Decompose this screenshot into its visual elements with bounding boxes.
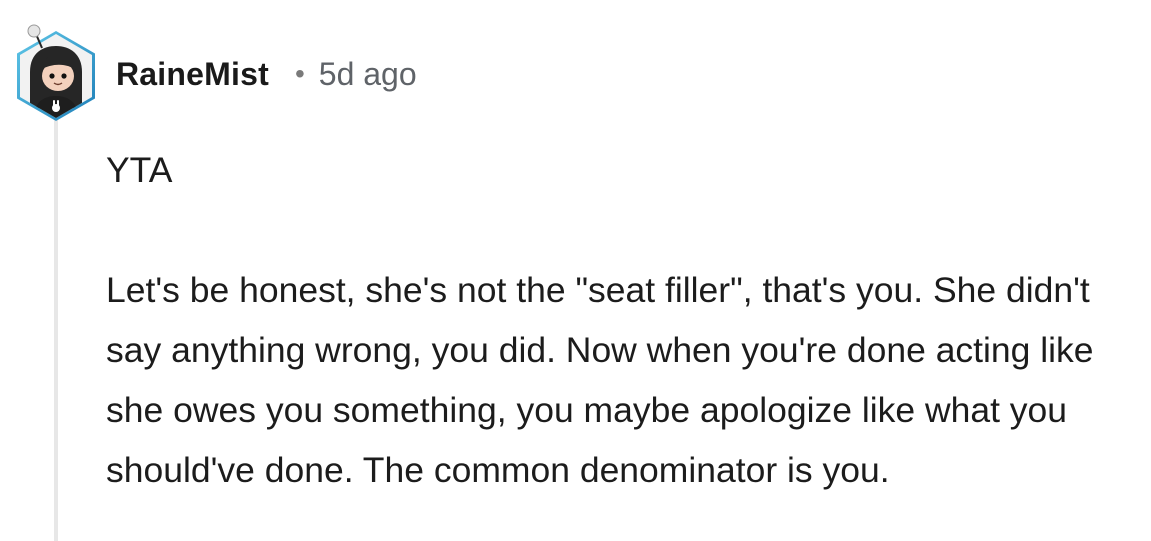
thread-line[interactable] [54,118,58,541]
timestamp[interactable]: 5d ago [319,56,417,93]
comment-card: RaineMist • 5d ago YTA Let's be honest, … [0,0,1151,541]
comment-body: YTA Let's be honest, she's not the "seat… [106,140,1146,500]
username-link[interactable]: RaineMist [116,56,269,93]
avatar[interactable] [12,22,100,122]
comment-paragraph: Let's be honest, she's not the "seat fil… [106,270,1094,490]
meta-separator: • [294,58,305,89]
comment-header: RaineMist • 5d ago [116,52,417,96]
comment-verdict: YTA [106,150,173,190]
